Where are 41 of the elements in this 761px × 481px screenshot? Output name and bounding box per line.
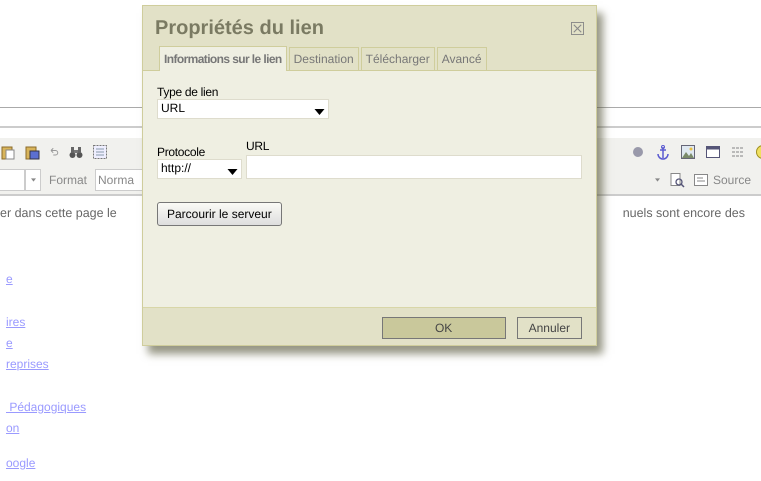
link[interactable]: on [6, 423, 20, 434]
field-label: Protocole [157, 145, 206, 159]
body-text: er dans cette page le [0, 206, 117, 220]
link[interactable]: ires [6, 317, 26, 328]
protocol-select[interactable]: http:// [157, 159, 242, 179]
field-label: URL [246, 139, 270, 153]
anchor-icon[interactable] [655, 144, 671, 160]
cancel-button[interactable]: Annuler [516, 317, 582, 339]
image-icon[interactable] [680, 144, 696, 160]
dropdown-field[interactable] [0, 169, 25, 191]
paste-word-icon[interactable] [24, 144, 40, 160]
preview-icon[interactable] [668, 172, 685, 188]
dropdown-button[interactable] [25, 169, 41, 191]
body-text: nuels sont encore des [622, 206, 745, 220]
dropdown-arrow-icon[interactable] [654, 178, 660, 182]
link[interactable]: Pédagogiques [6, 402, 86, 413]
binoculars-icon[interactable] [68, 144, 84, 160]
link[interactable]: oogle [6, 458, 36, 469]
ok-button[interactable]: OK [382, 317, 506, 339]
tab[interactable]: Télécharger [360, 47, 435, 70]
link[interactable]: e [6, 338, 13, 349]
format-label: Format [49, 173, 88, 187]
tab[interactable]: Informations sur le lien [159, 46, 287, 71]
source-button[interactable]: Source [694, 173, 761, 187]
tab[interactable]: Destination [288, 47, 359, 70]
close-icon[interactable] [571, 22, 584, 34]
browse-server-button[interactable]: Parcourir le serveur [157, 202, 282, 226]
caret-icon [314, 109, 325, 115]
caret-icon [30, 178, 36, 182]
paste-icon[interactable] [0, 144, 16, 160]
link[interactable]: reprises [6, 359, 49, 370]
table-icon[interactable] [705, 144, 721, 160]
link-type-select[interactable]: URL [157, 99, 329, 119]
source-icon [694, 174, 708, 186]
tab[interactable]: Avancé [436, 47, 487, 70]
field-label: Type de lien [157, 85, 218, 99]
link[interactable]: e [6, 274, 13, 285]
select-all-icon[interactable] [92, 144, 108, 160]
url-field[interactable] [246, 155, 582, 179]
dialog-title: Propriétés du lien [155, 16, 324, 40]
caret-icon [227, 169, 238, 175]
